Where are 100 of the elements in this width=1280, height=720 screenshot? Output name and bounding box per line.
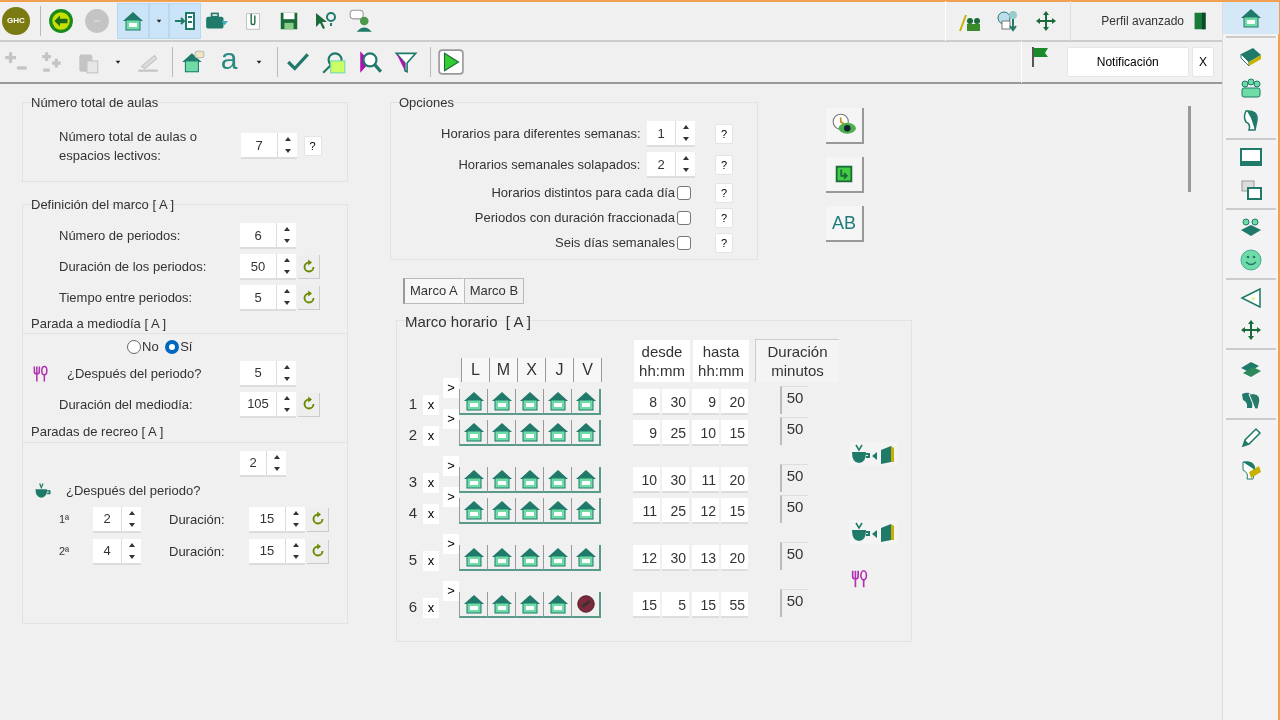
class-cell[interactable] <box>487 545 515 571</box>
number-field[interactable]: 7 <box>241 133 277 159</box>
field-label: Duración de los periodos: <box>59 258 208 277</box>
time-cell: 30 <box>662 389 689 415</box>
number-field[interactable]: 50 <box>240 254 276 280</box>
swap-button[interactable] <box>826 157 864 193</box>
close-button[interactable]: X <box>1192 47 1214 77</box>
column-header: Duración minutos <box>755 339 839 382</box>
copy-button[interactable]: > <box>443 456 459 476</box>
number-field[interactable]: 6 <box>240 223 276 249</box>
help-button[interactable]: ? <box>715 155 733 175</box>
copy-button[interactable]: > <box>443 581 459 601</box>
number-field[interactable]: 105 <box>240 391 276 418</box>
class-cell[interactable] <box>515 498 543 524</box>
delete-button[interactable]: x <box>423 426 439 446</box>
class-cell[interactable] <box>515 420 543 446</box>
class-cell[interactable] <box>459 545 487 571</box>
class-cell[interactable] <box>459 467 487 493</box>
class-cell[interactable] <box>487 498 515 524</box>
exit-button[interactable] <box>169 3 201 39</box>
column-header: desde hh:mm <box>634 340 690 382</box>
class-cell[interactable] <box>459 498 487 524</box>
copy-button[interactable]: > <box>443 409 459 429</box>
home-button[interactable] <box>117 3 149 39</box>
home-button[interactable] <box>1222 2 1279 34</box>
play-icon <box>438 49 464 75</box>
number-field[interactable]: 15 <box>249 506 285 533</box>
field-label: Duración: <box>169 542 226 561</box>
class-cell[interactable] <box>487 420 515 446</box>
cup-to-book-icon[interactable] <box>849 442 897 466</box>
class-cell[interactable] <box>515 389 543 415</box>
magnifier-icon <box>357 49 383 75</box>
group-legend: Definición del marco [ A ] <box>31 195 347 215</box>
number-field[interactable]: 2 <box>93 506 121 533</box>
help-button[interactable]: ? <box>715 208 733 228</box>
number-field[interactable]: 2 <box>240 450 266 477</box>
time-cell: 30 <box>662 545 689 571</box>
delete-button[interactable]: x <box>423 598 439 618</box>
font-button[interactable]: a <box>213 44 245 80</box>
cup-to-book-icon[interactable] <box>849 520 897 544</box>
duration-value: 50 <box>780 386 808 414</box>
class-cell[interactable] <box>459 592 487 618</box>
number-field[interactable]: 2 <box>647 152 675 178</box>
person-chat-icon <box>348 8 374 34</box>
time-cell: 12 <box>633 545 660 571</box>
search-filter-icon <box>321 49 347 75</box>
delete-button[interactable]: x <box>423 395 439 415</box>
cup-icon <box>33 480 53 501</box>
class-cell[interactable] <box>515 592 543 618</box>
blocked-cell[interactable] <box>571 592 599 618</box>
help-button[interactable]: ? <box>715 233 733 253</box>
number-field[interactable]: 4 <box>93 538 121 565</box>
notification-button[interactable]: Notificación <box>1066 47 1189 77</box>
class-cell[interactable] <box>487 592 515 618</box>
ordinal-label: 1ª <box>59 512 71 528</box>
class-cell[interactable] <box>543 467 571 493</box>
field-label: Horarios para diferentes semanas: <box>441 125 641 144</box>
ab-button[interactable]: AB <box>826 206 864 242</box>
number-field[interactable]: 1 <box>647 121 675 147</box>
duration-value: 50 <box>780 495 808 523</box>
help-button[interactable]: ? <box>715 183 733 203</box>
class-cell[interactable] <box>571 420 599 446</box>
time-cell: 30 <box>662 467 689 493</box>
class-cell[interactable] <box>459 420 487 446</box>
class-cell[interactable] <box>543 592 571 618</box>
scrollbar-thumb[interactable] <box>1188 106 1191 192</box>
delete-button[interactable]: x <box>423 504 439 524</box>
group-legend: Parada a mediodía [ A ] <box>23 313 347 334</box>
number-field[interactable]: 15 <box>249 538 285 565</box>
checkbox-option[interactable]: Seis días semanales <box>555 233 691 253</box>
radio-option[interactable]: Sí <box>165 338 193 356</box>
tab[interactable]: Marco B <box>463 278 525 304</box>
number-field[interactable]: 5 <box>240 360 276 387</box>
clock-eye-button[interactable] <box>826 108 864 144</box>
class-cell[interactable] <box>571 545 599 571</box>
help-button[interactable]: ? <box>715 124 733 144</box>
period-number: 4 <box>407 502 419 523</box>
copy-button[interactable]: > <box>443 487 459 507</box>
radio-option[interactable]: No <box>127 338 159 356</box>
class-cell[interactable] <box>515 545 543 571</box>
copy-button[interactable]: > <box>443 534 459 554</box>
class-cell[interactable] <box>487 467 515 493</box>
class-cell[interactable] <box>543 545 571 571</box>
class-cell[interactable] <box>543 389 571 415</box>
class-cell[interactable] <box>571 467 599 493</box>
help-button[interactable]: ? <box>303 136 322 156</box>
class-cell[interactable] <box>543 498 571 524</box>
copy-button[interactable]: > <box>443 378 459 398</box>
duration-value: 50 <box>780 589 808 617</box>
number-field[interactable]: 5 <box>240 285 276 311</box>
class-cell[interactable] <box>571 389 599 415</box>
class-cell[interactable] <box>543 420 571 446</box>
delete-button[interactable]: x <box>423 551 439 571</box>
class-cell[interactable] <box>515 467 543 493</box>
class-cell[interactable] <box>571 498 599 524</box>
tab[interactable]: Marco A <box>403 278 464 304</box>
class-cell[interactable] <box>487 389 515 415</box>
field-label: ¿Después del periodo? <box>66 364 203 383</box>
delete-button[interactable]: x <box>423 473 439 493</box>
class-cell[interactable] <box>459 389 487 415</box>
